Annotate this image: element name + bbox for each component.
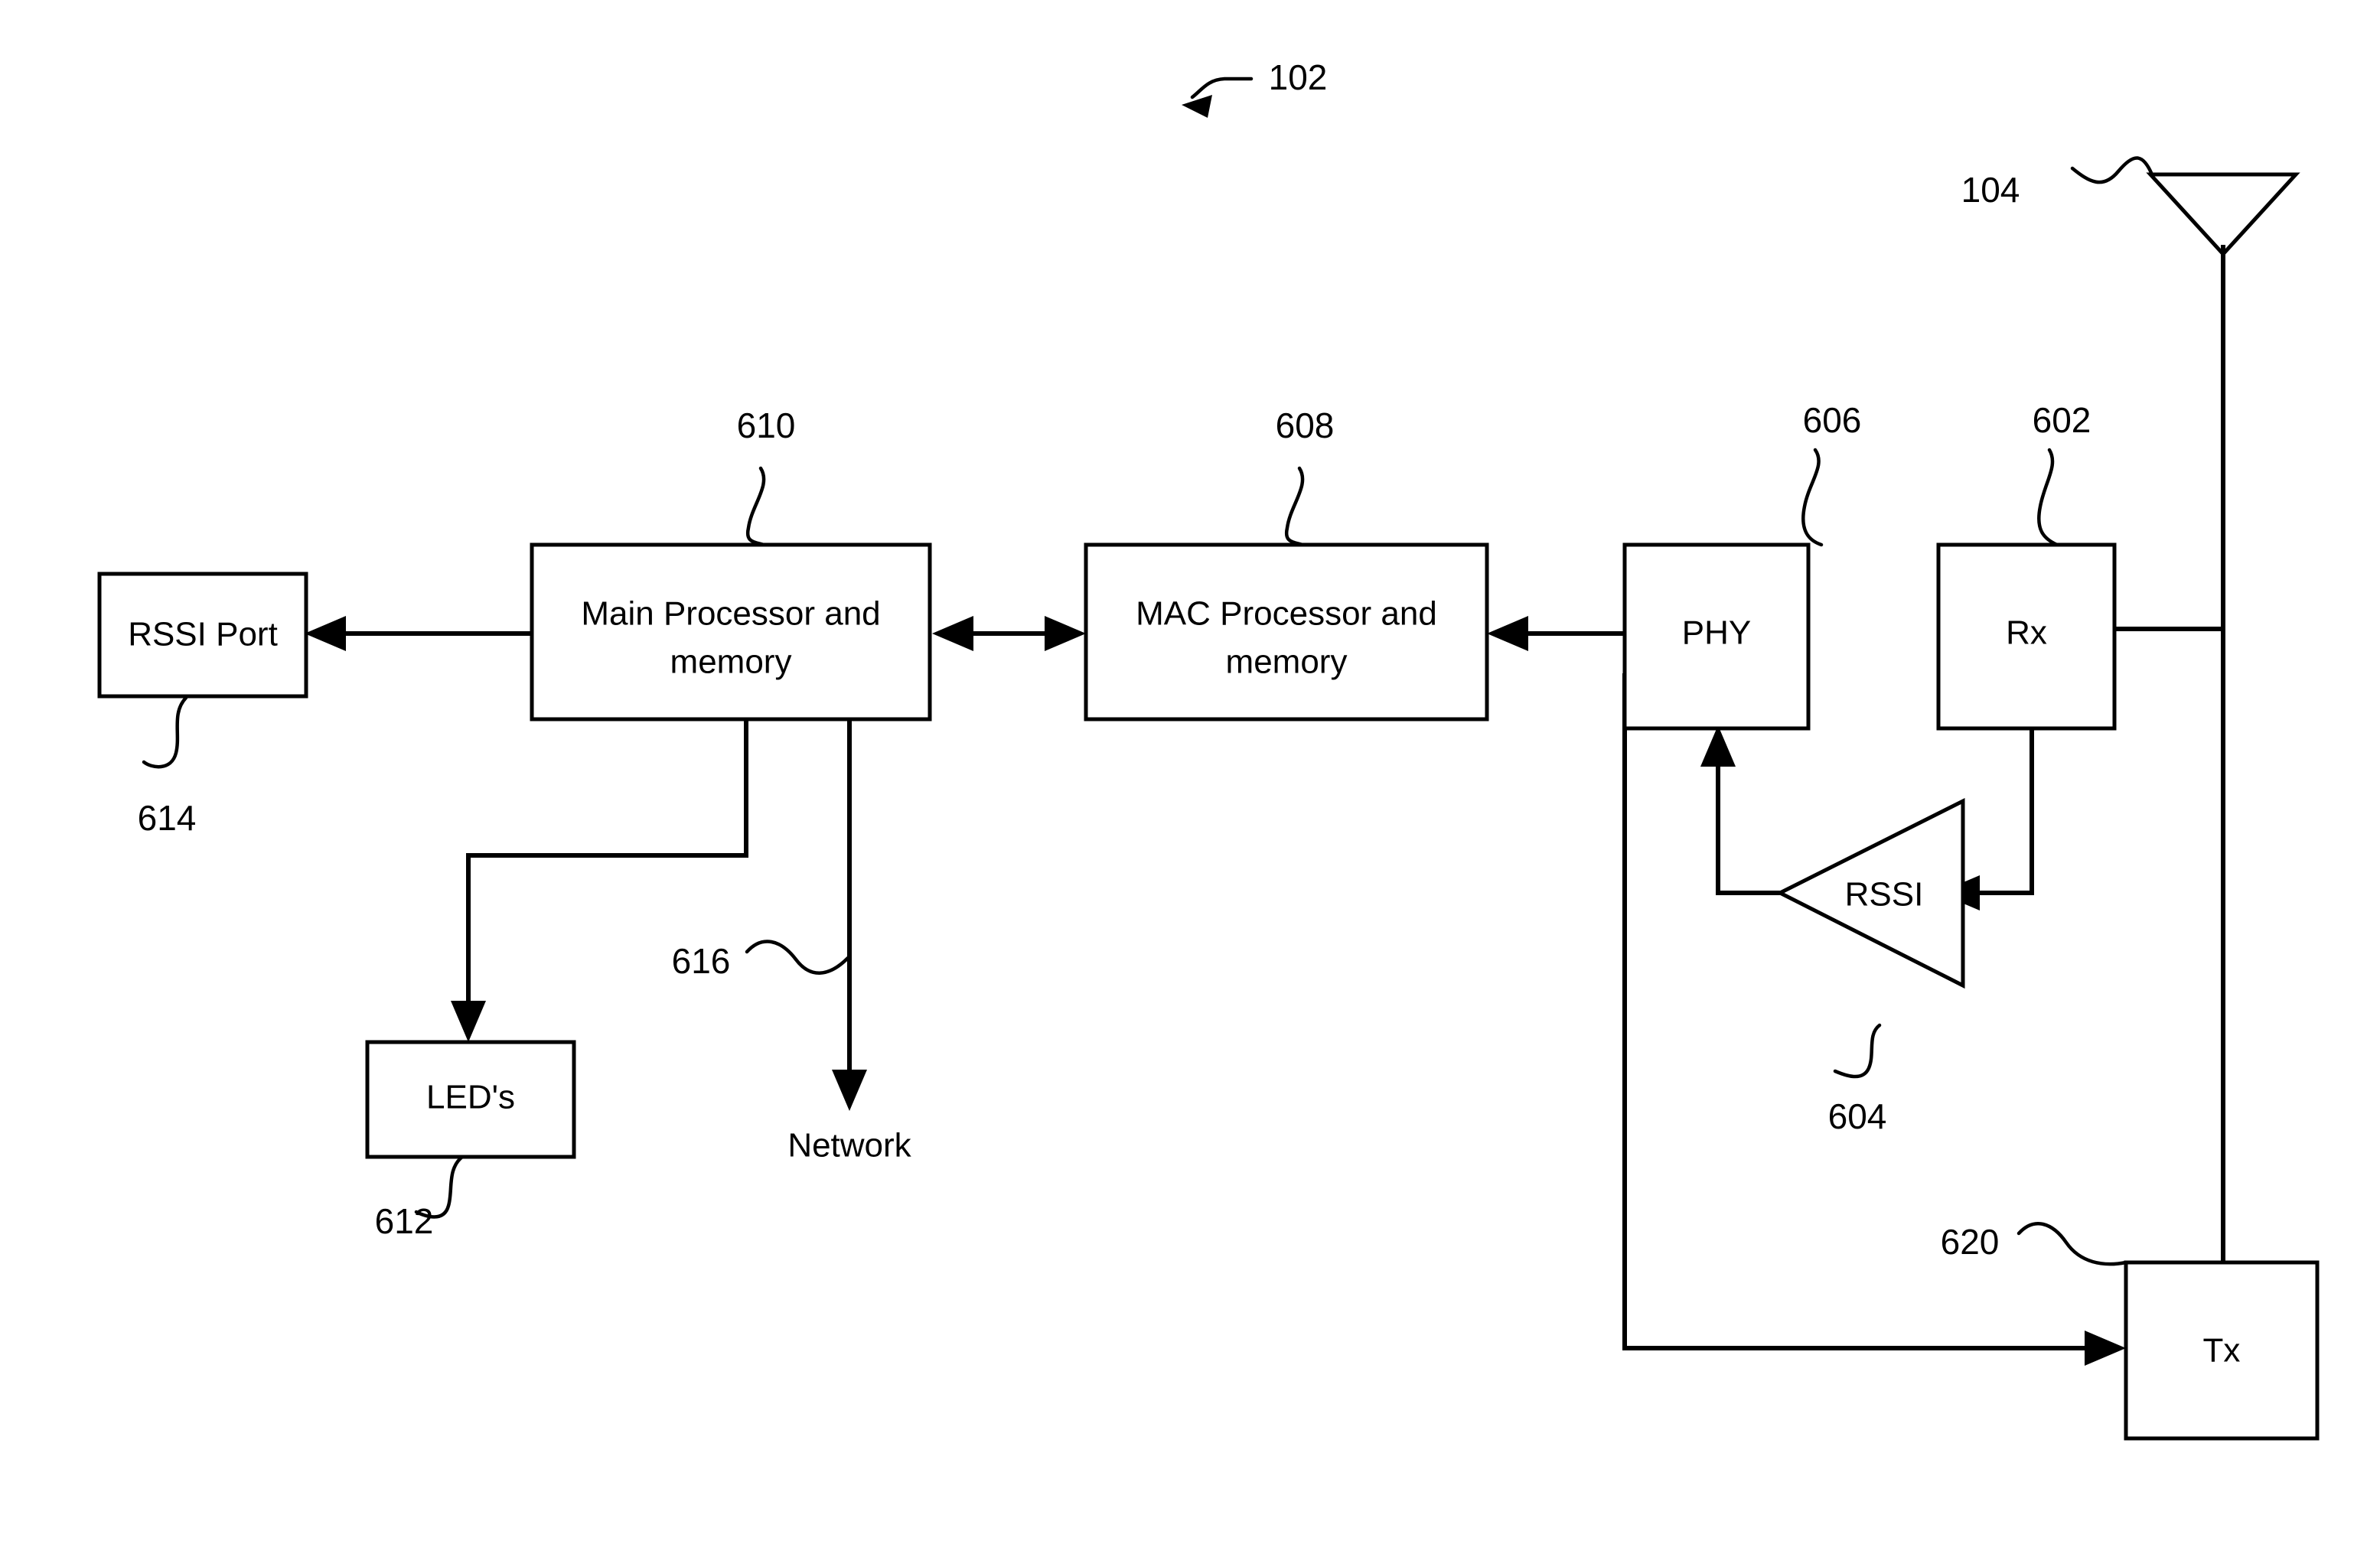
arrowhead-leds — [451, 1001, 486, 1042]
leader-102 — [1190, 77, 1254, 99]
leader-602 — [2037, 448, 2059, 547]
arrowhead-mac-in — [1487, 616, 1528, 651]
block-label-leds: LED's — [426, 1079, 515, 1116]
connection-layer — [305, 245, 2225, 1366]
ref-608: 608 — [1276, 406, 1335, 445]
arrowhead-102 — [1182, 95, 1212, 118]
leader-608 — [1284, 466, 1305, 547]
endpoint-label-network: Network — [787, 1127, 911, 1165]
block-label-mac-processor-line1: MAC Processor and — [1136, 595, 1437, 633]
block-diagram-svg: RSSI Port Main Processor and memory MAC … — [97, 57, 2320, 1441]
leader-604 — [1833, 1023, 1882, 1079]
arrowhead-network — [832, 1070, 867, 1111]
ref-620: 620 — [1941, 1222, 2000, 1262]
arrowhead-main-left — [932, 616, 973, 651]
block-label-tx: Tx — [2203, 1332, 2241, 1370]
block-label-main-processor-line1: Main Processor and — [581, 595, 880, 633]
ref-616: 616 — [672, 941, 731, 981]
wire-rx-to-rssi — [1963, 729, 2034, 895]
leader-616 — [745, 940, 850, 975]
block-label-rx: Rx — [2006, 614, 2047, 652]
figure-canvas: RSSI Port Main Processor and memory MAC … — [0, 0, 2380, 1544]
wire-phy-to-tx — [1622, 673, 2101, 1350]
block-label-phy: PHY — [1682, 614, 1751, 652]
leader-614 — [142, 695, 188, 769]
antenna-icon — [2146, 172, 2300, 257]
leader-104 — [2070, 156, 2154, 184]
arrowhead-mac-right — [1045, 616, 1086, 651]
leader-620 — [2016, 1221, 2128, 1266]
block-layer: RSSI Port Main Processor and memory MAC … — [97, 542, 2320, 1441]
endpoint-label-layer: Network — [787, 1127, 911, 1165]
ref-606: 606 — [1803, 400, 1862, 440]
leader-606 — [1801, 448, 1824, 547]
block-label-rssi-port: RSSI Port — [128, 616, 278, 653]
block-label-main-processor-line2: memory — [670, 643, 792, 681]
ref-612: 612 — [375, 1201, 434, 1241]
ref-602: 602 — [2033, 400, 2091, 440]
arrowhead-tx — [2085, 1331, 2126, 1366]
ref-604: 604 — [1828, 1096, 1887, 1136]
ref-102: 102 — [1269, 57, 1328, 97]
block-label-mac-processor-line2: memory — [1226, 643, 1348, 681]
wire-rssi-to-phy — [1716, 750, 1780, 895]
leader-610 — [745, 466, 766, 547]
ref-614: 614 — [138, 798, 197, 838]
arrowhead-rssiport — [305, 616, 346, 651]
block-label-rssi-amplifier: RSSI — [1845, 876, 1924, 914]
arrowhead-phy-bottom — [1700, 725, 1736, 767]
ref-104: 104 — [1961, 170, 2020, 210]
ref-610: 610 — [737, 406, 796, 445]
